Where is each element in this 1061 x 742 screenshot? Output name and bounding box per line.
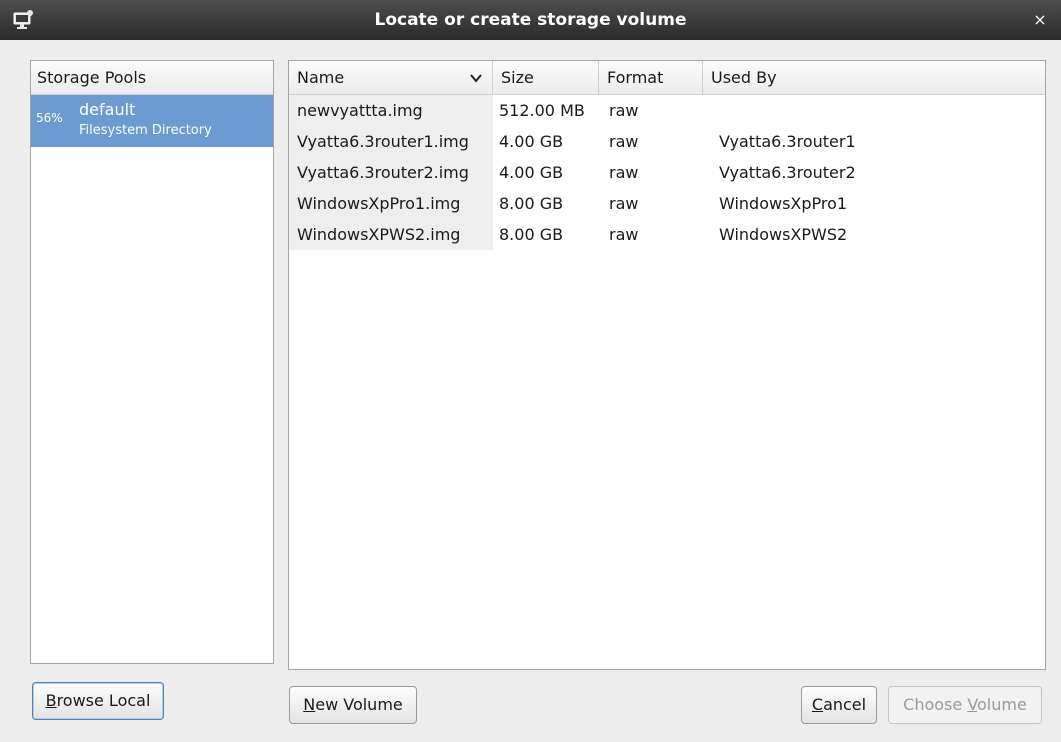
browse-local-mnemonic: B: [45, 691, 57, 710]
volume-size: 4.00 GB: [499, 163, 564, 182]
new-volume-mnemonic: N: [303, 695, 316, 714]
table-row[interactable]: Vyatta6.3router1.img 4.00 GB raw Vyatta6…: [289, 126, 856, 157]
table-row[interactable]: Vyatta6.3router2.img 4.00 GB raw Vyatta6…: [289, 157, 856, 188]
storage-pools-header[interactable]: Storage Pools: [31, 61, 273, 95]
volume-format: raw: [609, 194, 639, 213]
volume-used-by: WindowsXpPro1: [719, 194, 848, 213]
pool-usage-percent: 56%: [36, 111, 63, 125]
column-name-label: Name: [297, 67, 345, 87]
cancel-mnemonic: C: [811, 695, 824, 714]
column-header-name[interactable]: Name: [289, 61, 493, 95]
table-row[interactable]: WindowsXPWS2.img 8.00 GB raw WindowsXPWS…: [289, 219, 856, 250]
volume-used-by: Vyatta6.3router2: [719, 163, 856, 182]
pool-item-default[interactable]: 56% default Filesystem Directory: [31, 95, 273, 147]
volume-used-by: Vyatta6.3router1: [719, 132, 856, 151]
volume-size: 4.00 GB: [499, 132, 564, 151]
close-button[interactable]: ×: [1029, 8, 1051, 32]
volume-name: newvyattta.img: [289, 95, 493, 126]
volume-format: raw: [609, 101, 639, 120]
choose-volume-mnemonic: V: [967, 695, 978, 714]
volume-used-by: WindowsXPWS2: [719, 225, 848, 244]
choose-volume-button[interactable]: Choose Volume: [888, 686, 1042, 724]
volume-name: Vyatta6.3router1.img: [289, 126, 493, 157]
window-title: Locate or create storage volume: [374, 10, 687, 30]
new-volume-label: ew Volume: [315, 695, 403, 714]
volume-format: raw: [609, 225, 639, 244]
column-header-used-by[interactable]: Used By: [703, 61, 1045, 95]
pool-type: Filesystem Directory: [79, 123, 212, 138]
choose-volume-label-pre: Choose: [903, 695, 968, 714]
new-volume-button[interactable]: New Volume: [289, 686, 417, 724]
column-header-format[interactable]: Format: [599, 61, 703, 95]
table-row[interactable]: WindowsXpPro1.img 8.00 GB raw WindowsXpP…: [289, 188, 856, 219]
cancel-label: ancel: [823, 695, 867, 714]
cancel-button[interactable]: Cancel: [801, 686, 877, 724]
volume-size: 512.00 MB: [499, 101, 585, 120]
volumes-header: Name Size Format Used By: [289, 61, 1045, 95]
choose-volume-label-rest: olume: [977, 695, 1027, 714]
volume-name: WindowsXPWS2.img: [289, 219, 493, 250]
volumes-list: Name Size Format Used By newvyattta.img …: [288, 60, 1046, 670]
browse-local-button[interactable]: Browse Local: [32, 682, 164, 720]
browse-local-label: rowse Local: [56, 691, 151, 710]
volume-name: Vyatta6.3router2.img: [289, 157, 493, 188]
volume-format: raw: [609, 132, 639, 151]
volume-name: WindowsXpPro1.img: [289, 188, 493, 219]
volumes-table: newvyattta.img 512.00 MB raw Vyatta6.3ro…: [289, 95, 856, 250]
volume-used-by: [709, 95, 856, 126]
storage-pools-list: Storage Pools 56% default Filesystem Dir…: [30, 60, 274, 664]
volume-format: raw: [609, 163, 639, 182]
volume-size: 8.00 GB: [499, 225, 564, 244]
column-header-size[interactable]: Size: [493, 61, 599, 95]
title-bar: Locate or create storage volume ×: [0, 0, 1061, 40]
chevron-down-icon: [470, 73, 482, 83]
pool-name: default: [79, 100, 136, 119]
volume-size: 8.00 GB: [499, 194, 564, 213]
table-row[interactable]: newvyattta.img 512.00 MB raw: [289, 95, 856, 126]
